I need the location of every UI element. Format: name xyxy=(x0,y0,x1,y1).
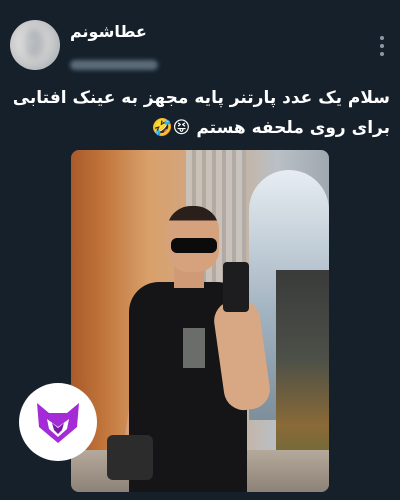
avatar[interactable] xyxy=(10,20,60,70)
sunglasses xyxy=(171,238,217,253)
smartphone xyxy=(223,262,249,312)
post-photo[interactable] xyxy=(71,150,329,492)
purple-fox-logo xyxy=(19,383,97,461)
display-name[interactable]: عطاشونم xyxy=(70,22,147,41)
shopping-bag xyxy=(107,435,153,480)
post-text-line-1: سلام یک عدد پارتنر پایه مجهز به عینک افت… xyxy=(14,88,390,108)
fox-logo-icon xyxy=(37,403,79,443)
blurred-handle xyxy=(70,60,158,70)
post-text-line-2: برای روی ملحفه هستم 😝🤣 xyxy=(151,118,390,138)
shirt-print xyxy=(183,328,205,368)
more-vertical-icon[interactable] xyxy=(378,36,386,60)
tweet-card: عطاشونم سلام یک عدد پارتنر پایه مجهز به … xyxy=(0,0,400,500)
